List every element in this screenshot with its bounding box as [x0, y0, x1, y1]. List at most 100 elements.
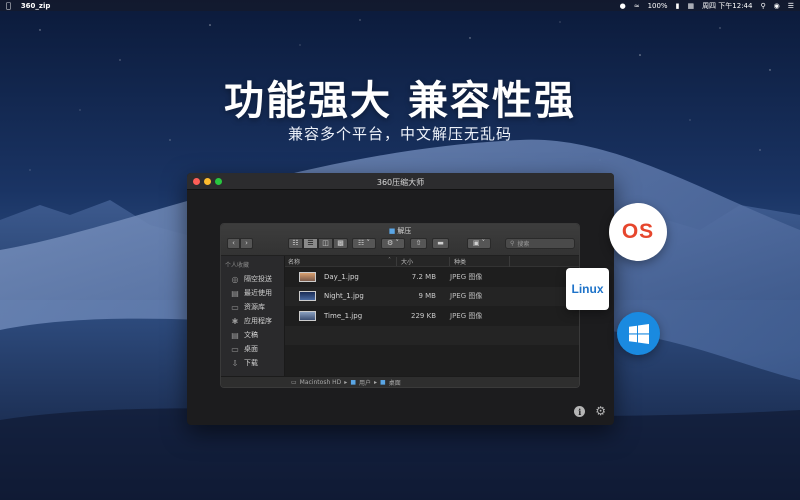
finder-sidebar: 个人收藏 ◎ 隔空投送 ▤ 最近使用 ▭ 资源库 ✱ 应用程序 ▤ 文稿 ▭ 桌面 [221, 256, 285, 376]
folder-icon: ■ [350, 378, 356, 386]
sidebar-item-recents[interactable]: ▤ 最近使用 [221, 286, 284, 300]
creative-cloud-icon[interactable]: ● [620, 2, 626, 10]
sidebar-item-downloads[interactable]: ⇩ 下载 [221, 356, 284, 370]
sidebar-item-label: 隔空投送 [244, 275, 272, 283]
finder-title-text: 解压 [397, 227, 412, 235]
macos-badge: OS [609, 203, 667, 261]
finder-title: ■ 解压 [221, 226, 579, 236]
recents-icon: ▤ [231, 288, 239, 298]
column-header-size[interactable]: 大小 [396, 256, 449, 266]
spotlight-search-icon[interactable]: ⚲ [760, 2, 765, 10]
file-row[interactable]: Day_1.jpg 7.2 MB JPEG 图像 [285, 267, 579, 287]
sidebar-item-airdrop[interactable]: ◎ 隔空投送 [221, 272, 284, 286]
empty-row [285, 345, 579, 365]
sidebar-item-label: 最近使用 [244, 289, 272, 297]
column-header-spacer [509, 255, 579, 267]
windows-badge [617, 312, 660, 355]
desktop-icon: ▭ [231, 344, 239, 354]
tags-icon[interactable]: ▬ [432, 237, 449, 249]
apple-menu-icon[interactable]:  [6, 1, 11, 10]
file-size: 7.2 MB [411, 272, 436, 281]
gallery-view-icon[interactable]: ▩ [333, 237, 348, 249]
nav-buttons: ‹ › [227, 237, 253, 249]
battery-percentage[interactable]: 100% [648, 2, 668, 10]
library-icon: ▭ [231, 302, 239, 312]
column-header-name[interactable]: 名称 ˄ [285, 257, 396, 266]
search-placeholder: 搜索 [517, 240, 530, 248]
file-name: Time_1.jpg [324, 311, 363, 320]
path-segment[interactable]: 桌面 [389, 378, 401, 387]
battery-icon[interactable]: ▮ [676, 2, 680, 10]
file-size: 229 KB [411, 311, 436, 320]
path-segment[interactable]: Macintosh HD [300, 379, 342, 386]
search-icon: ⚲ [510, 239, 515, 247]
documents-icon: ▤ [231, 330, 239, 340]
view-mode-switcher: ☷ ☰ ◫ ▩ [288, 237, 348, 249]
list-view-icon[interactable]: ☰ [303, 237, 318, 249]
column-name-label: 名称 [288, 258, 301, 266]
file-row[interactable]: Night_1.jpg 9 MB JPEG 图像 [285, 286, 579, 306]
group-by-dropdown[interactable]: ☷ ˅ [352, 237, 376, 249]
path-separator-icon: ▸ [344, 378, 348, 386]
windows-logo-icon [628, 323, 649, 344]
notification-center-icon[interactable]: ☰ [788, 2, 794, 10]
status-area: ● ≈ 100% ▮ ▦ 周四 下午12:44 ⚲ ◉ ☰ [620, 1, 794, 11]
sidebar-section-favorites: 个人收藏 [225, 262, 250, 269]
window-footer-buttons: i ⚙ [574, 405, 606, 417]
image-thumbnail-icon [299, 310, 316, 321]
macos-badge-label: OS [621, 220, 655, 243]
column-headers: 名称 ˄ 大小 种类 [285, 255, 579, 267]
app-menu-name[interactable]: 360_zip [21, 2, 51, 10]
hero-title: 功能强大 兼容性强 [224, 78, 576, 124]
downloads-icon: ⇩ [231, 358, 239, 368]
input-method-icon[interactable]: ▦ [687, 2, 694, 10]
airdrop-icon: ◎ [231, 274, 239, 284]
clock[interactable]: 周四 下午12:44 [702, 1, 752, 11]
file-row[interactable]: Time_1.jpg 229 KB JPEG 图像 [285, 306, 579, 326]
siri-icon[interactable]: ◉ [774, 2, 780, 10]
finder-toolbar: ■ 解压 ‹ › ☷ ☰ ◫ ▩ ☷ ˅ ⚙ ˅ ⇧ ▬ ▣ ˅ ⚲ 搜索 [221, 224, 579, 256]
sidebar-item-label: 文稿 [244, 331, 258, 339]
settings-gear-icon[interactable]: ⚙ [595, 405, 606, 417]
back-button[interactable]: ‹ [227, 237, 240, 249]
linux-badge-label: Linux [571, 282, 604, 296]
folder-icon: ■ [388, 227, 396, 235]
column-view-icon[interactable]: ◫ [318, 237, 333, 249]
info-icon[interactable]: i [574, 406, 586, 417]
file-kind: JPEG 图像 [450, 292, 483, 301]
sidebar-item-desktop[interactable]: ▭ 桌面 [221, 342, 284, 356]
applications-icon: ✱ [231, 316, 239, 326]
icon-view-icon[interactable]: ☷ [288, 237, 303, 249]
sidebar-item-label: 下载 [244, 359, 258, 367]
sidebar-item-applications[interactable]: ✱ 应用程序 [221, 314, 284, 328]
hero-subtitle: 兼容多个平台，中文解压无乱码 [287, 125, 512, 143]
file-kind: JPEG 图像 [450, 311, 483, 320]
sidebar-item-library[interactable]: ▭ 资源库 [221, 300, 284, 314]
dropbox-dropdown[interactable]: ▣ ˅ [467, 237, 491, 249]
linux-badge: Linux [566, 268, 609, 310]
finder-body: 个人收藏 ◎ 隔空投送 ▤ 最近使用 ▭ 资源库 ✱ 应用程序 ▤ 文稿 ▭ 桌面 [221, 255, 579, 376]
file-name: Day_1.jpg [324, 272, 359, 281]
action-gear-dropdown[interactable]: ⚙ ˅ [381, 237, 405, 249]
path-bar: ▭ Macintosh HD ▸ ■ 用户 ▸ ■ 桌面 [221, 376, 579, 387]
sidebar-item-label: 应用程序 [244, 317, 272, 325]
file-name: Night_1.jpg [324, 292, 364, 301]
search-field[interactable]: ⚲ 搜索 [505, 237, 575, 249]
menu-bar:  360_zip ● ≈ 100% ▮ ▦ 周四 下午12:44 ⚲ ◉ ☰ [0, 0, 800, 11]
column-header-kind[interactable]: 种类 [449, 256, 509, 266]
sidebar-item-documents[interactable]: ▤ 文稿 [221, 328, 284, 342]
path-segment[interactable]: 用户 [359, 378, 371, 387]
app-window: 360压缩大师 ■ 解压 ‹ › ☷ ☰ ◫ ▩ ☷ ˅ ⚙ ˅ ⇧ ▬ ▣ ˅… [187, 173, 614, 425]
forward-button[interactable]: › [240, 237, 253, 249]
sidebar-item-label: 桌面 [244, 345, 258, 353]
finder-window: ■ 解压 ‹ › ☷ ☰ ◫ ▩ ☷ ˅ ⚙ ˅ ⇧ ▬ ▣ ˅ ⚲ 搜索 个人… [220, 223, 580, 388]
window-titlebar[interactable]: 360压缩大师 [187, 173, 614, 190]
wifi-icon[interactable]: ≈ [634, 2, 640, 10]
file-list: 名称 ˄ 大小 种类 Day_1.jpg 7.2 MB JPEG 图像 Night… [285, 255, 579, 376]
file-kind: JPEG 图像 [450, 272, 483, 281]
image-thumbnail-icon [299, 291, 316, 302]
sidebar-item-label: 资源库 [244, 303, 265, 311]
sort-ascending-icon: ˄ [388, 256, 391, 264]
window-title: 360压缩大师 [376, 178, 425, 187]
share-icon[interactable]: ⇧ [410, 237, 427, 249]
